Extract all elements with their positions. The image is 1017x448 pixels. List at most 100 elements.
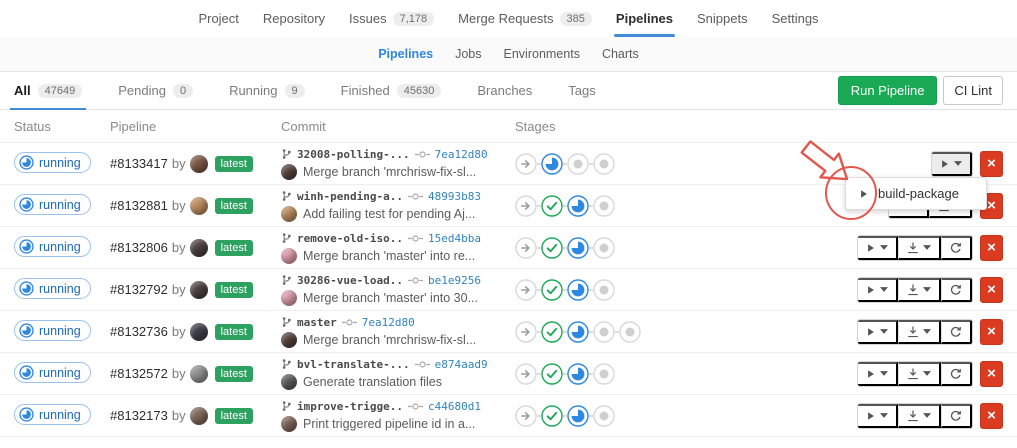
commit-author-avatar[interactable] — [281, 206, 297, 222]
user-avatar[interactable] — [190, 323, 208, 341]
artifacts-download-dropdown-button[interactable] — [898, 362, 941, 386]
stage-icon-created[interactable] — [619, 321, 641, 343]
user-avatar[interactable] — [190, 407, 208, 425]
latest-badge[interactable]: latest — [215, 156, 253, 172]
branch-name-link[interactable]: remove-old-iso.. — [297, 232, 403, 245]
play-dropdown-button[interactable] — [858, 236, 898, 260]
retry-pipeline-button[interactable] — [941, 278, 972, 302]
stage-icon-passed[interactable] — [541, 237, 563, 259]
stage-icon-created[interactable] — [593, 237, 615, 259]
commit-message-link[interactable]: Merge branch 'master' into 30... — [303, 291, 478, 305]
stage-icon-passed[interactable] — [541, 405, 563, 427]
stage-icon-skipped[interactable] — [515, 279, 537, 301]
retry-pipeline-button[interactable] — [941, 236, 972, 260]
commit-sha-link[interactable]: 15ed4bba — [428, 232, 481, 245]
play-dropdown-button[interactable] — [932, 152, 972, 176]
commit-sha-link[interactable]: 7ea12d80 — [362, 316, 415, 329]
commit-sha-link[interactable]: 48993b83 — [428, 190, 481, 203]
tab-finished[interactable]: Finished45630 — [341, 72, 442, 109]
stage-icon-created[interactable] — [593, 153, 615, 175]
stage-icon-skipped[interactable] — [515, 153, 537, 175]
commit-message-link[interactable]: Merge branch 'mrchrisw-fix-sl... — [303, 333, 476, 347]
commit-message-link[interactable]: Print triggered pipeline id in a... — [303, 417, 475, 431]
stage-icon-running[interactable] — [567, 363, 589, 385]
artifacts-download-dropdown-button[interactable] — [898, 236, 941, 260]
stage-icon-created[interactable] — [593, 279, 615, 301]
commit-author-avatar[interactable] — [281, 332, 297, 348]
branch-name-link[interactable]: master — [297, 316, 337, 329]
latest-badge[interactable]: latest — [215, 282, 253, 298]
status-badge-running[interactable]: running — [14, 152, 91, 173]
nav-item-repository[interactable]: Repository — [251, 0, 337, 37]
play-dropdown-button[interactable] — [858, 320, 898, 344]
stage-icon-skipped[interactable] — [515, 321, 537, 343]
user-avatar[interactable] — [190, 197, 208, 215]
stage-icon-passed[interactable] — [541, 321, 563, 343]
stage-icon-running[interactable] — [567, 321, 589, 343]
latest-badge[interactable]: latest — [215, 366, 253, 382]
nav-item-issues[interactable]: Issues7,178 — [337, 0, 446, 37]
stage-icon-running[interactable] — [567, 279, 589, 301]
artifacts-download-dropdown-button[interactable] — [898, 404, 941, 428]
run-pipeline-button[interactable]: Run Pipeline — [838, 76, 938, 105]
subnav-item-environments[interactable]: Environments — [493, 37, 591, 71]
commit-author-avatar[interactable] — [281, 416, 297, 432]
status-badge-running[interactable]: running — [14, 362, 91, 383]
commit-author-avatar[interactable] — [281, 290, 297, 306]
nav-item-snippets[interactable]: Snippets — [685, 0, 760, 37]
status-badge-running[interactable]: running — [14, 194, 91, 215]
cancel-pipeline-button[interactable]: × — [980, 277, 1003, 303]
subnav-item-pipelines[interactable]: Pipelines — [367, 37, 444, 71]
retry-pipeline-button[interactable] — [941, 320, 972, 344]
latest-badge[interactable]: latest — [215, 198, 253, 214]
stage-icon-skipped[interactable] — [515, 405, 537, 427]
play-dropdown-button[interactable] — [858, 404, 898, 428]
stage-icon-created[interactable] — [593, 363, 615, 385]
branch-name-link[interactable]: 30286-vue-load.. — [297, 274, 403, 287]
status-badge-running[interactable]: running — [14, 404, 91, 425]
status-badge-running[interactable]: running — [14, 320, 91, 341]
cancel-pipeline-button[interactable]: × — [980, 151, 1003, 177]
retry-pipeline-button[interactable] — [941, 362, 972, 386]
stage-icon-skipped[interactable] — [515, 195, 537, 217]
latest-badge[interactable]: latest — [215, 408, 253, 424]
user-avatar[interactable] — [190, 281, 208, 299]
cancel-pipeline-button[interactable]: × — [980, 403, 1003, 429]
pipeline-id-link[interactable]: #8132792 — [110, 282, 168, 297]
tab-branches[interactable]: Branches — [477, 72, 532, 109]
branch-name-link[interactable]: improve-trigge.. — [297, 400, 403, 413]
stage-icon-passed[interactable] — [541, 279, 563, 301]
nav-item-pipelines[interactable]: Pipelines — [604, 0, 685, 37]
user-avatar[interactable] — [190, 239, 208, 257]
nav-item-settings[interactable]: Settings — [760, 0, 831, 37]
nav-item-merge-requests[interactable]: Merge Requests385 — [446, 0, 604, 37]
branch-name-link[interactable]: winh-pending-a.. — [297, 190, 403, 203]
pipeline-id-link[interactable]: #8132806 — [110, 240, 168, 255]
commit-author-avatar[interactable] — [281, 248, 297, 264]
retry-pipeline-button[interactable] — [941, 404, 972, 428]
play-dropdown-button[interactable] — [858, 278, 898, 302]
commit-sha-link[interactable]: 7ea12d80 — [435, 148, 488, 161]
user-avatar[interactable] — [190, 365, 208, 383]
stage-icon-running[interactable] — [567, 195, 589, 217]
artifacts-download-dropdown-button[interactable] — [898, 278, 941, 302]
play-dropdown-button[interactable] — [858, 362, 898, 386]
status-badge-running[interactable]: running — [14, 278, 91, 299]
pipeline-id-link[interactable]: #8133417 — [110, 156, 168, 171]
commit-message-link[interactable]: Add failing test for pending Aj... — [303, 207, 475, 221]
commit-sha-link[interactable]: e874aad9 — [435, 358, 488, 371]
nav-item-project[interactable]: Project — [186, 0, 250, 37]
stage-icon-running[interactable] — [567, 405, 589, 427]
pipeline-id-link[interactable]: #8132173 — [110, 408, 168, 423]
dropdown-item-build-package[interactable]: build-package — [846, 186, 986, 201]
latest-badge[interactable]: latest — [215, 324, 253, 340]
stage-icon-skipped[interactable] — [515, 363, 537, 385]
stage-icon-created[interactable] — [593, 195, 615, 217]
tab-tags[interactable]: Tags — [568, 72, 595, 109]
stage-icon-created[interactable] — [567, 153, 589, 175]
cancel-pipeline-button[interactable]: × — [980, 235, 1003, 261]
commit-author-avatar[interactable] — [281, 164, 297, 180]
subnav-item-charts[interactable]: Charts — [591, 37, 650, 71]
stage-icon-skipped[interactable] — [515, 237, 537, 259]
pipeline-id-link[interactable]: #8132736 — [110, 324, 168, 339]
